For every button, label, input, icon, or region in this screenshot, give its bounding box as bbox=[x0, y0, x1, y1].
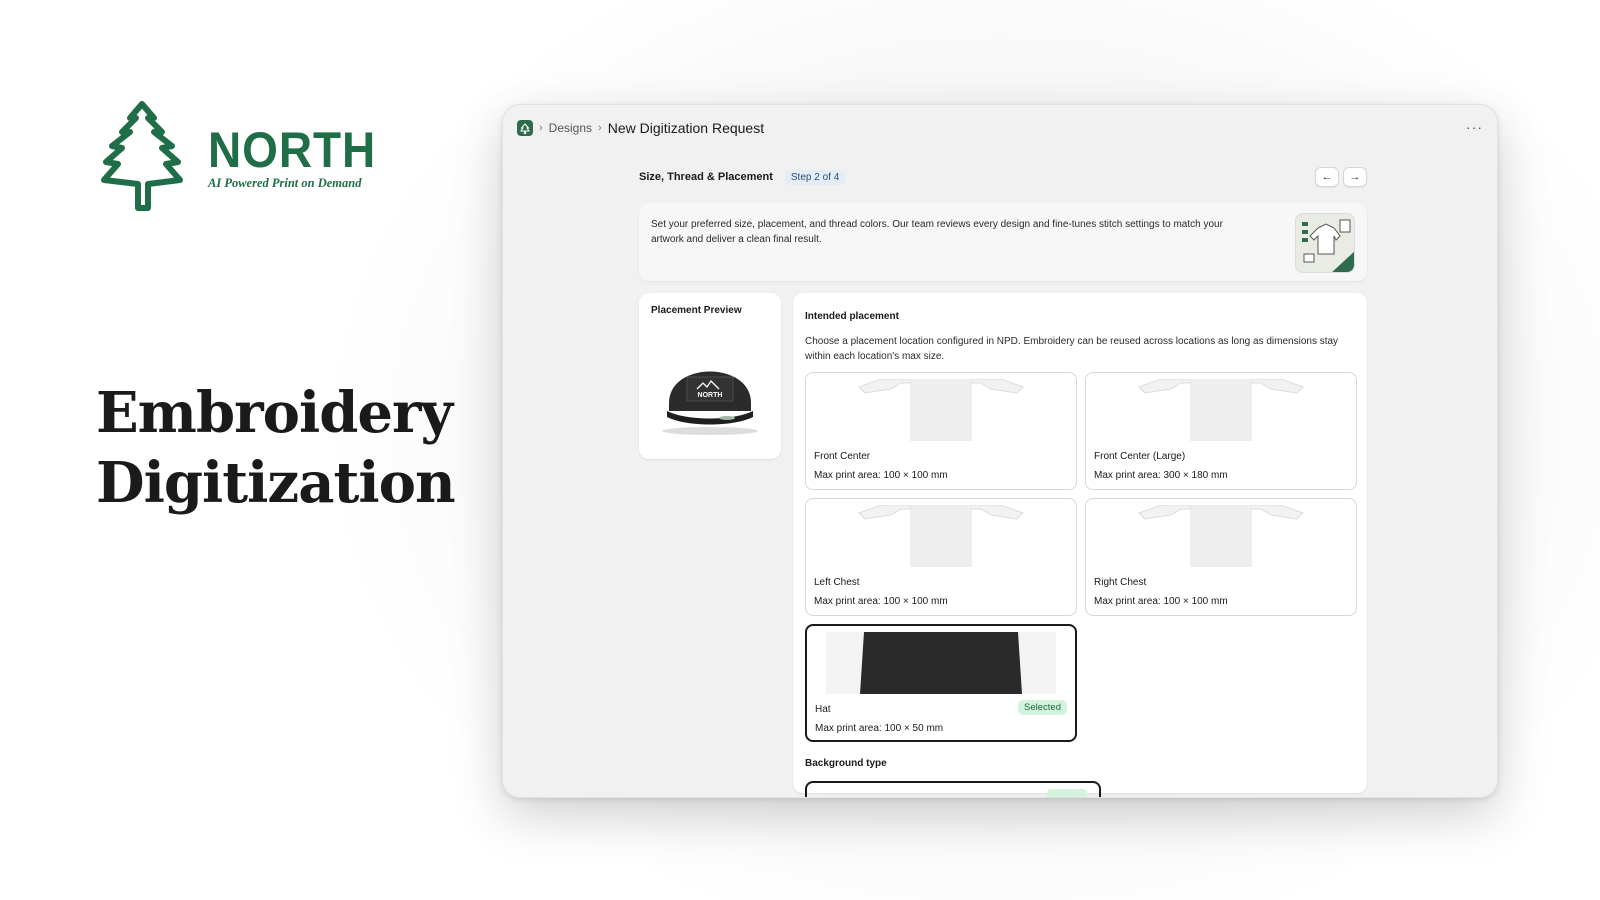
headline-line-1: Embroidery bbox=[96, 380, 453, 446]
placement-option-size: Max print area: 100 × 100 mm bbox=[814, 470, 948, 481]
main-content: Size, Thread & Placement Step 2 of 4 ← →… bbox=[639, 167, 1367, 797]
page-title: New Digitization Request bbox=[607, 120, 765, 136]
brand-tagline: AI Powered Print on Demand bbox=[208, 175, 362, 190]
more-menu-button[interactable]: ··· bbox=[1466, 119, 1483, 135]
intro-card: Set your preferred size, placement, and … bbox=[639, 203, 1367, 281]
tshirt-thumbnail bbox=[1094, 505, 1348, 567]
background-type-title: Background type bbox=[805, 758, 887, 769]
intro-illustration bbox=[1295, 213, 1355, 273]
home-tree-icon[interactable] bbox=[517, 120, 533, 136]
breadcrumb-designs[interactable]: Designs bbox=[549, 121, 592, 135]
intended-placement-title: Intended placement bbox=[805, 311, 899, 322]
placement-card: Intended placement Choose a placement lo… bbox=[793, 293, 1367, 797]
placement-option-size: Max print area: 100 × 100 mm bbox=[1094, 596, 1228, 607]
previous-step-button[interactable]: ← bbox=[1315, 167, 1339, 187]
section-title: Size, Thread & Placement bbox=[639, 171, 773, 183]
placement-option-size: Max print area: 300 × 180 mm bbox=[1094, 470, 1228, 481]
placement-option-name: Hat bbox=[815, 704, 831, 715]
placement-options: Front Center Max print area: 100 × 100 m… bbox=[805, 372, 1357, 742]
placement-option-right-chest[interactable]: Right Chest Max print area: 100 × 100 mm bbox=[1085, 498, 1357, 616]
step-badge: Step 2 of 4 bbox=[784, 169, 846, 185]
brand-name: NORTH bbox=[208, 121, 377, 178]
breadcrumb-separator: › bbox=[539, 122, 543, 134]
headline: Embroidery Digitization bbox=[96, 378, 456, 518]
placement-option-name: Right Chest bbox=[1094, 577, 1147, 588]
hat-thumbnail bbox=[815, 632, 1067, 694]
placement-option-left-chest[interactable]: Left Chest Max print area: 100 × 100 mm bbox=[805, 498, 1077, 616]
pine-tree-icon bbox=[101, 101, 183, 211]
placement-option-name: Front Center bbox=[814, 451, 871, 462]
tshirt-thumbnail bbox=[814, 379, 1068, 441]
selected-badge bbox=[1047, 789, 1087, 797]
placement-option-size: Max print area: 100 × 50 mm bbox=[815, 723, 944, 734]
arrow-right-icon: → bbox=[1349, 171, 1361, 183]
arrow-left-icon: ← bbox=[1321, 171, 1333, 183]
brand-lockup: NORTH AI Powered Print on Demand bbox=[96, 100, 391, 212]
breadcrumb-separator: › bbox=[598, 122, 602, 134]
background-type-option[interactable] bbox=[805, 781, 1101, 797]
placement-option-name: Left Chest bbox=[814, 577, 860, 588]
placement-preview-title: Placement Preview bbox=[651, 305, 742, 316]
tshirt-thumbnail bbox=[1094, 379, 1348, 441]
placement-preview-card: Placement Preview NORTH bbox=[639, 293, 781, 459]
placement-option-front-center[interactable]: Front Center Max print area: 100 × 100 m… bbox=[805, 372, 1077, 490]
next-step-button[interactable]: → bbox=[1343, 167, 1367, 187]
placement-option-name: Front Center (Large) bbox=[1094, 451, 1186, 462]
hat-preview-image: NORTH bbox=[662, 371, 758, 435]
intro-text: Set your preferred size, placement, and … bbox=[651, 219, 1223, 245]
step-navigation: ← → bbox=[1315, 167, 1367, 187]
placement-option-front-center-large[interactable]: Front Center (Large) Max print area: 300… bbox=[1085, 372, 1357, 490]
tshirt-thumbnail bbox=[814, 505, 1068, 567]
step-header: Size, Thread & Placement Step 2 of 4 ← → bbox=[639, 167, 1367, 187]
app-window: › Designs › New Digitization Request ···… bbox=[502, 104, 1498, 798]
placement-option-size: Max print area: 100 × 100 mm bbox=[814, 596, 948, 607]
selected-badge: Selected bbox=[1018, 700, 1067, 715]
intended-placement-help: Choose a placement location configured i… bbox=[805, 336, 1339, 362]
hat-logo-text: NORTH bbox=[698, 392, 723, 399]
placement-option-hat[interactable]: Hat Selected Max print area: 100 × 50 mm bbox=[805, 624, 1077, 742]
headline-line-2: Digitization bbox=[96, 450, 456, 516]
form-columns: Placement Preview NORTH Intended placeme… bbox=[639, 293, 1367, 797]
top-bar: › Designs › New Digitization Request ··· bbox=[517, 117, 1483, 139]
